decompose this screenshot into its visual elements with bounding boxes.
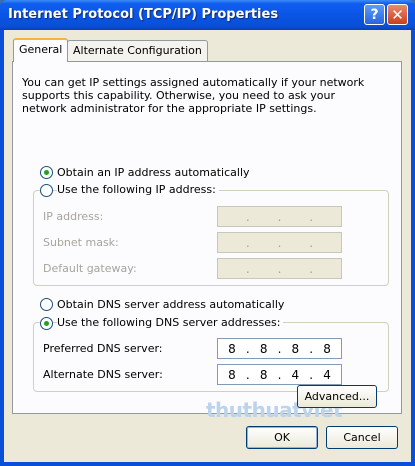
dialog-window: Internet Protocol (TCP/IP) Properties ? …	[0, 0, 415, 466]
ip-address-label: IP address:	[43, 210, 104, 223]
default-gateway-label: Default gateway:	[43, 262, 137, 275]
default-gateway-field[interactable]: ...	[217, 258, 342, 279]
general-tab-panel: You can get IP settings assigned automat…	[12, 61, 402, 422]
obtain-dns-auto-radio[interactable]	[40, 298, 53, 311]
alternate-dns-label: Alternate DNS server:	[43, 368, 163, 381]
preferred-dns-octet-2: 8	[259, 341, 268, 356]
use-following-dns-label[interactable]: Use the following DNS server addresses:	[57, 316, 284, 329]
alternate-dns-field[interactable]: 8.8.4.4	[217, 364, 342, 385]
title-bar[interactable]: Internet Protocol (TCP/IP) Properties ? …	[0, 0, 415, 30]
use-following-ip-label[interactable]: Use the following IP address:	[57, 183, 219, 196]
preferred-dns-label: Preferred DNS server:	[43, 342, 163, 355]
advanced-button[interactable]: Advanced...	[297, 385, 377, 408]
use-following-ip-radio[interactable]	[40, 184, 53, 197]
preferred-dns-octet-3: 8	[291, 341, 300, 356]
subnet-mask-label: Subnet mask:	[43, 236, 119, 249]
obtain-ip-auto-label[interactable]: Obtain an IP address automatically	[57, 166, 250, 179]
preferred-dns-octet-1: 8	[228, 341, 236, 356]
radio-selected-dot	[44, 170, 49, 175]
close-icon: ✕	[391, 5, 404, 24]
alternate-dns-octet-2: 8	[259, 367, 268, 382]
question-mark-icon: ?	[370, 6, 379, 23]
ok-button[interactable]: OK	[246, 426, 318, 449]
help-button[interactable]: ?	[364, 4, 385, 25]
description-text: You can get IP settings assigned automat…	[22, 76, 365, 115]
cancel-button[interactable]: Cancel	[326, 426, 398, 449]
ip-address-field[interactable]: ...	[217, 206, 342, 227]
subnet-mask-field[interactable]: ...	[217, 232, 342, 253]
alternate-dns-octet-3: 4	[291, 367, 300, 382]
preferred-dns-field[interactable]: 8.8.8.8	[217, 338, 342, 359]
radio-selected-dot	[44, 321, 49, 326]
use-following-dns-radio[interactable]	[40, 317, 53, 330]
window-title: Internet Protocol (TCP/IP) Properties	[8, 7, 279, 22]
tab-alternate-configuration[interactable]: Alternate Configuration	[67, 40, 208, 61]
obtain-dns-auto-label[interactable]: Obtain DNS server address automatically	[57, 298, 284, 311]
close-button[interactable]: ✕	[387, 4, 408, 25]
tab-general-label: General	[19, 43, 63, 56]
alternate-dns-octet-1: 8	[228, 367, 236, 382]
alternate-dns-octet-4: 4	[323, 367, 331, 382]
tab-alternate-configuration-label: Alternate Configuration	[73, 44, 202, 57]
obtain-ip-auto-radio[interactable]	[40, 166, 53, 179]
tab-general[interactable]: General	[13, 38, 69, 62]
preferred-dns-octet-4: 8	[323, 341, 331, 356]
dialog-body: General Alternate Configuration You can …	[4, 30, 411, 462]
